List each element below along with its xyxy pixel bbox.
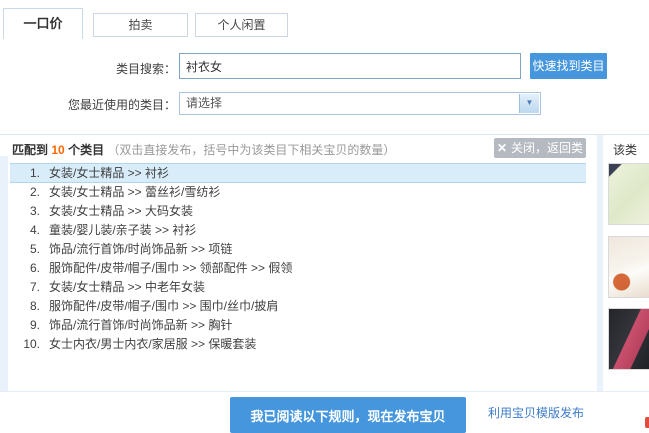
category-number: 7. — [10, 278, 40, 297]
category-path: 童装/婴儿装/亲子装 >> 衬衫 — [49, 221, 196, 240]
close-return-category-button[interactable]: ✕关闭，返回类目 — [494, 138, 586, 158]
recent-category-selected-value: 请选择 — [186, 93, 222, 114]
tab-fixed-price[interactable]: 一口价 — [3, 8, 83, 39]
category-search-label: 类目搜索： — [80, 60, 176, 77]
tab-personal-idle[interactable]: 个人闲置 — [195, 13, 288, 37]
category-number: 8. — [10, 297, 40, 316]
match-count: 10 — [51, 143, 64, 157]
category-number: 1. — [10, 164, 40, 182]
quick-find-category-button[interactable]: 快速找到类目 — [530, 53, 607, 79]
recent-category-label: 您最近使用的类目： — [60, 96, 176, 113]
category-number: 3. — [10, 202, 40, 221]
category-row-7[interactable]: 7. 女装/女士精品 >> 中老年女装 — [10, 278, 586, 297]
category-path: 女士内衣/男士内衣/家居服 >> 保暖套装 — [49, 335, 256, 354]
match-note: （双击直接发布，括号中为该类目下相关宝贝的数量） — [107, 143, 395, 157]
category-path: 服饰配件/皮带/帽子/围巾 >> 围巾/丝巾/披肩 — [49, 297, 278, 316]
category-path: 女装/女士精品 >> 衬衫 — [49, 164, 169, 182]
match-prefix: 匹配到 — [12, 143, 48, 157]
category-path: 饰品/流行首饰/时尚饰品新 >> 胸针 — [49, 316, 232, 335]
category-number: 2. — [10, 183, 40, 202]
product-thumbnail-2[interactable] — [608, 236, 649, 298]
category-number: 5. — [10, 240, 40, 259]
matched-categories-header: 匹配到 10 个类目 （双击直接发布，括号中为该类目下相关宝贝的数量） ✕关闭，… — [0, 134, 649, 160]
left-gutter — [0, 156, 8, 391]
close-icon: ✕ — [497, 141, 507, 155]
matched-categories-title: 匹配到 10 个类目 （双击直接发布，括号中为该类目下相关宝贝的数量） — [12, 141, 395, 158]
category-row-8[interactable]: 8. 服饰配件/皮带/帽子/围巾 >> 围巾/丝巾/披肩 — [10, 297, 586, 316]
match-suffix: 个类目 — [68, 143, 104, 157]
category-path: 女装/女士精品 >> 中老年女装 — [49, 278, 205, 297]
tab-auction[interactable]: 拍卖 — [93, 13, 188, 37]
category-row-3[interactable]: 3. 女装/女士精品 >> 大码女装 — [10, 202, 586, 221]
category-row-6[interactable]: 6. 服饰配件/皮带/帽子/围巾 >> 领部配件 >> 假领 — [10, 259, 586, 278]
category-row-5[interactable]: 5. 饰品/流行首饰/时尚饰品新 >> 项链 — [10, 240, 586, 259]
chevron-down-icon[interactable]: ▼ — [519, 94, 539, 113]
category-number: 6. — [10, 259, 40, 278]
category-row-1[interactable]: 1. 女装/女士精品 >> 衬衫 — [10, 163, 586, 183]
category-row-4[interactable]: 4. 童装/婴儿装/亲子装 >> 衬衫 — [10, 221, 586, 240]
product-thumbnail-3[interactable] — [608, 308, 649, 370]
category-row-10[interactable]: 10. 女士内衣/男士内衣/家居服 >> 保暖套装 — [10, 335, 586, 354]
related-items-panel: 该类 — [603, 135, 649, 391]
related-items-panel-title: 该类 — [613, 141, 637, 158]
category-path: 服饰配件/皮带/帽子/围巾 >> 领部配件 >> 假领 — [49, 259, 292, 278]
category-number: 4. — [10, 221, 40, 240]
category-row-9[interactable]: 9. 饰品/流行首饰/时尚饰品新 >> 胸针 — [10, 316, 586, 335]
publish-with-template-link[interactable]: 利用宝贝模版发布 — [488, 404, 584, 421]
product-thumbnail-1[interactable] — [608, 163, 649, 225]
category-number: 9. — [10, 316, 40, 335]
recent-category-select[interactable]: 请选择 ▼ — [179, 92, 541, 115]
footer-divider — [0, 391, 649, 392]
edge-widget-sliver[interactable] — [645, 417, 649, 428]
category-path: 饰品/流行首饰/时尚饰品新 >> 项链 — [49, 240, 232, 259]
category-search-input[interactable] — [179, 53, 521, 79]
category-number: 10. — [10, 335, 40, 354]
category-path: 女装/女士精品 >> 大码女装 — [49, 202, 193, 221]
category-path: 女装/女士精品 >> 蕾丝衫/雪纺衫 — [49, 183, 220, 202]
matched-category-list: 1. 女装/女士精品 >> 衬衫 2. 女装/女士精品 >> 蕾丝衫/雪纺衫 3. 女… — [10, 163, 586, 354]
category-row-2[interactable]: 2. 女装/女士精品 >> 蕾丝衫/雪纺衫 — [10, 183, 586, 202]
